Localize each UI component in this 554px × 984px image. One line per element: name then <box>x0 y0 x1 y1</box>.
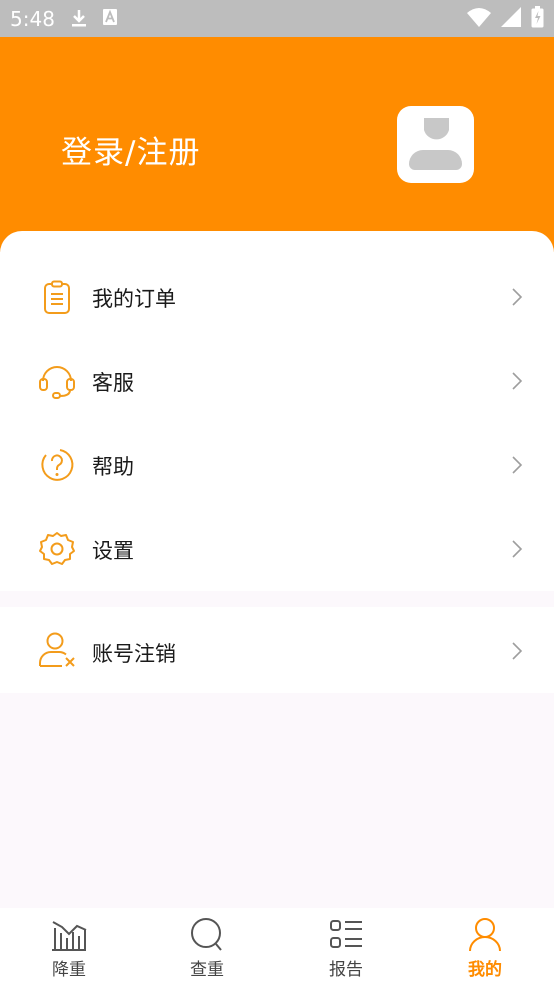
menu-label-settings: 设置 <box>92 539 134 563</box>
menu-item-service[interactable]: 客服 <box>0 339 554 423</box>
user-icon <box>469 918 501 952</box>
menu-label-service: 客服 <box>92 371 134 395</box>
battery-icon <box>531 6 544 28</box>
menu-item-help[interactable]: 帮助 <box>0 423 554 507</box>
gear-icon <box>39 532 75 565</box>
menu-card: 我的订单 客服 帮助 设置 <box>0 231 554 591</box>
help-icon <box>41 449 74 481</box>
status-bar: 5:48 <box>0 0 554 37</box>
search-icon <box>191 918 222 951</box>
user-remove-icon <box>39 632 75 667</box>
login-register-link[interactable]: 登录/注册 <box>61 127 200 172</box>
tab-label-reduce: 降重 <box>52 960 86 980</box>
tab-mine[interactable]: 我的 <box>416 908 554 984</box>
list-icon <box>330 920 362 948</box>
tab-reduce[interactable]: 降重 <box>0 908 138 984</box>
menu-label-orders: 我的订单 <box>92 287 176 311</box>
tab-label-report: 报告 <box>329 960 363 980</box>
account-card: 账号注销 <box>0 607 554 693</box>
tab-report[interactable]: 报告 <box>277 908 415 984</box>
menu-label-account-cancel: 账号注销 <box>92 642 176 666</box>
tab-label-mine: 我的 <box>468 960 502 980</box>
a-icon <box>103 9 117 25</box>
order-list-icon <box>44 280 70 314</box>
menu-item-orders[interactable]: 我的订单 <box>0 255 554 339</box>
avatar[interactable] <box>397 106 474 183</box>
chevron-right-icon <box>512 642 523 660</box>
menu-item-account-cancel[interactable]: 账号注销 <box>0 607 554 691</box>
headset-icon <box>39 366 75 399</box>
download-icon <box>72 10 86 27</box>
chevron-right-icon <box>512 540 523 558</box>
chevron-right-icon <box>512 372 523 390</box>
bottom-tab-bar: 降重 查重 报告 我的 <box>0 908 554 984</box>
chevron-right-icon <box>512 456 523 474</box>
chart-icon <box>52 921 87 951</box>
signal-icon <box>501 7 521 27</box>
menu-item-settings[interactable]: 设置 <box>0 507 554 591</box>
avatar-user-icon <box>409 118 462 170</box>
status-time: 5:48 <box>10 7 55 31</box>
chevron-right-icon <box>512 288 523 306</box>
menu-label-help: 帮助 <box>92 455 134 479</box>
profile-header: 登录/注册 <box>0 37 554 252</box>
wifi-icon <box>467 8 491 27</box>
tab-label-check: 查重 <box>190 960 224 980</box>
tab-check[interactable]: 查重 <box>138 908 276 984</box>
